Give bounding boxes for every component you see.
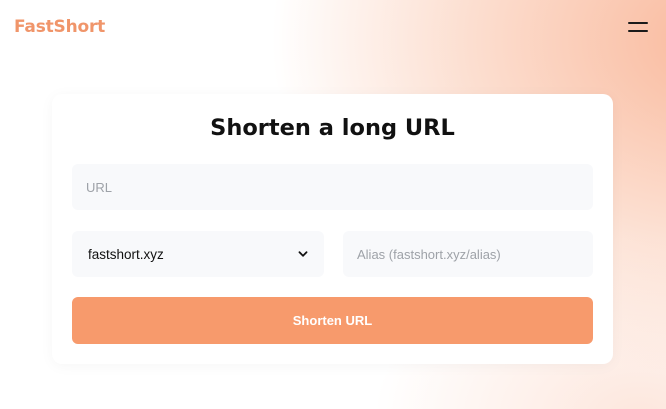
brand-logo[interactable]: FastShort xyxy=(14,17,105,37)
menu-line xyxy=(628,22,648,24)
domain-select[interactable]: fastshort.xyz xyxy=(72,231,324,277)
domain-select-value: fastshort.xyz xyxy=(88,246,164,262)
shorten-form-card: Shorten a long URL fastshort.xyz Shorten… xyxy=(52,94,613,364)
url-input[interactable] xyxy=(72,164,593,210)
chevron-down-icon xyxy=(298,251,308,257)
menu-line xyxy=(628,30,648,32)
hamburger-menu-icon[interactable] xyxy=(626,19,650,35)
alias-input[interactable] xyxy=(343,231,593,277)
shorten-url-button[interactable]: Shorten URL xyxy=(72,297,593,344)
form-title: Shorten a long URL xyxy=(210,115,455,141)
